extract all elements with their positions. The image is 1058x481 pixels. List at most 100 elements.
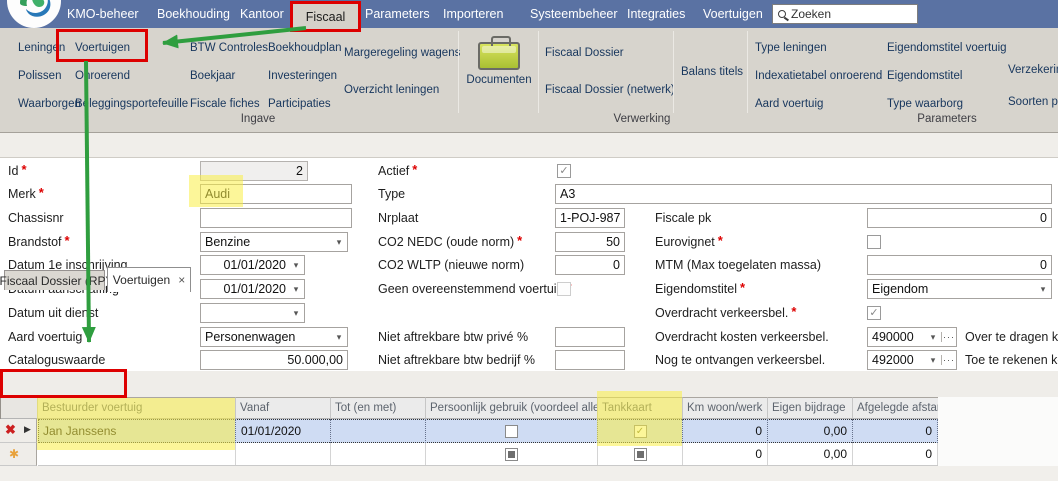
ribbon-item-fiscaal-dossier[interactable]: Fiscaal Dossier	[545, 34, 675, 71]
cell-persoonlijk-gebruik[interactable]	[426, 443, 598, 465]
cell-eigen-bijdrage[interactable]: 0,00	[768, 419, 853, 443]
ribbon-item-waarborgen[interactable]: Waarborgen	[18, 90, 81, 118]
brandstof-select[interactable]: Benzine	[200, 232, 348, 252]
menu-kantoor[interactable]: Kantoor	[240, 0, 284, 28]
ribbon-item-aard-voertuig[interactable]: Aard voertuig	[755, 90, 882, 118]
ribbon-separator	[538, 31, 539, 113]
merk-input[interactable]	[200, 184, 352, 204]
grid-header-tankkaart[interactable]: Tankkaart	[598, 397, 683, 419]
overdracht-verkeersbel-checkbox[interactable]	[867, 306, 881, 320]
cell-vanaf[interactable]: 01/01/2020	[236, 419, 331, 443]
ribbon-item-onroerend[interactable]: Onroerend	[75, 62, 188, 90]
menu-fiscaal[interactable]: Fiscaal	[290, 1, 361, 32]
datum-aanschaffing-picker[interactable]: 01/01/2020	[200, 279, 305, 299]
ribbon-item-eigendomstitel-voertuig[interactable]: Eigendomstitel voertuig	[887, 34, 1007, 62]
type-input[interactable]	[555, 184, 1052, 204]
id-input[interactable]	[200, 161, 308, 181]
table-row-new[interactable]: 0 0,00 0	[38, 443, 938, 466]
grid-header-bestuurder[interactable]: Bestuurder voertuig	[38, 397, 236, 419]
cell-tankkaart[interactable]	[598, 419, 683, 443]
ribbon-item-voertuigen[interactable]: Voertuigen	[75, 34, 188, 62]
ribbon-item-indexatietabel-onroerend[interactable]: Indexatietabel onroerend	[755, 62, 882, 90]
chassisnr-label: Chassisnr	[8, 208, 64, 228]
eigendomstitel-select[interactable]: Eigendom	[867, 279, 1052, 299]
ribbon-item-balans-titels[interactable]: Balans titels	[681, 34, 743, 110]
geen-overeenstemmend-checkbox[interactable]	[557, 282, 571, 296]
nrplaat-input[interactable]	[555, 208, 625, 228]
ribbon-item-fiscaal-dossier-netwerk[interactable]: Fiscaal Dossier (netwerk)	[545, 71, 675, 108]
ribbon-item-eigendomstitel[interactable]: Eigendomstitel	[887, 62, 1007, 90]
menu-kmo-beheer[interactable]: KMO-beheer	[67, 0, 139, 28]
ribbon-item-overzicht-leningen[interactable]: Overzicht leningen	[344, 71, 460, 108]
menu-systeembeheer[interactable]: Systeembeheer	[530, 0, 618, 28]
cataloguswaarde-input[interactable]	[200, 350, 348, 370]
cell-afgelegde-afstand[interactable]: 0	[853, 419, 938, 443]
co2-wltp-input[interactable]	[555, 255, 625, 275]
ribbon-item-margeregeling-wagens[interactable]: Margeregeling wagens	[344, 34, 460, 71]
eurovignet-checkbox[interactable]	[867, 235, 881, 249]
datum-1e-inschrijving-picker[interactable]: 01/01/2020	[200, 255, 305, 275]
actief-checkbox[interactable]	[557, 164, 571, 178]
ribbon-item-boekhoudplan[interactable]: Boekhoudplan	[268, 34, 342, 62]
ribbon-item-verzekering[interactable]: Verzekering	[1008, 54, 1058, 86]
menu-voertuigen[interactable]: Voertuigen	[703, 0, 763, 28]
row-indicator-new[interactable]: ✱	[0, 443, 37, 466]
menu-boekhouding[interactable]: Boekhouding	[157, 0, 230, 28]
ribbon-item-polissen[interactable]: Polissen	[18, 62, 81, 90]
tab-voertuigen[interactable]: Voertuigen ×	[107, 267, 191, 292]
tankkaart-checkbox[interactable]	[634, 425, 647, 438]
cell-vanaf[interactable]	[236, 443, 331, 465]
row-indicator[interactable]: ✖ ▶	[0, 419, 37, 443]
fiscale-pk-label: Fiscale pk	[655, 208, 711, 228]
overdracht-kosten-combo[interactable]: 490000	[867, 327, 957, 347]
persoonlijk-gebruik-checkbox[interactable]	[505, 448, 518, 461]
btw-bedrijf-input[interactable]	[555, 350, 625, 370]
datum-uit-dienst-picker[interactable]	[200, 303, 305, 323]
mtm-input[interactable]	[867, 255, 1052, 275]
grid-header-vanaf[interactable]: Vanaf	[236, 397, 331, 419]
search-input[interactable]	[791, 7, 912, 21]
menu-importeren[interactable]: Importeren	[443, 0, 503, 28]
search-box[interactable]	[772, 4, 918, 24]
cell-afgelegde-afstand[interactable]: 0	[853, 443, 938, 465]
grid-header-eigen-bijdrage[interactable]: Eigen bijdrage	[768, 397, 853, 419]
ribbon-item-documenten[interactable]: Documenten	[460, 34, 538, 86]
close-icon[interactable]: ×	[178, 274, 185, 286]
cell-tot-en-met[interactable]	[331, 443, 426, 465]
ribbon-item-boekjaar[interactable]: Boekjaar	[190, 62, 268, 90]
overdracht-kosten-suffix: Over te dragen kost	[965, 327, 1058, 347]
aard-voertuig-select[interactable]: Personenwagen	[200, 327, 348, 347]
ribbon-item-btw-controles[interactable]: BTW Controles	[190, 34, 268, 62]
cell-km-woon-werk[interactable]: 0	[683, 419, 768, 443]
grid-header-persoonlijk-gebruik[interactable]: Persoonlijk gebruik (voordeel alle aard)	[426, 397, 598, 419]
delete-row-icon[interactable]: ✖	[5, 423, 16, 436]
grid-header-tot-en-met[interactable]: Tot (en met)	[331, 397, 426, 419]
cell-tankkaart[interactable]	[598, 443, 683, 465]
grid-header-km-woon-werk[interactable]: Km woon/werk	[683, 397, 768, 419]
btw-prive-input[interactable]	[555, 327, 625, 347]
tankkaart-checkbox[interactable]	[634, 448, 647, 461]
cell-km-woon-werk[interactable]: 0	[683, 443, 768, 465]
cell-bestuurder[interactable]: Jan Janssens	[38, 419, 236, 443]
cell-bestuurder[interactable]	[38, 443, 236, 465]
ribbon-item-investeringen[interactable]: Investeringen	[268, 62, 342, 90]
fiscale-pk-input[interactable]	[867, 208, 1052, 228]
ribbon-item-leningen[interactable]: Leningen	[18, 34, 81, 62]
cell-tot-en-met[interactable]	[331, 419, 426, 443]
ribbon-item-beleggingsportefeuille[interactable]: Beleggingsportefeuille	[75, 90, 188, 118]
cell-persoonlijk-gebruik[interactable]	[426, 419, 598, 443]
co2-nedc-input[interactable]	[555, 232, 625, 252]
grid-header-afgelegde-afstand[interactable]: Afgelegde afstand	[853, 397, 939, 419]
persoonlijk-gebruik-checkbox[interactable]	[505, 425, 518, 438]
ribbon: Leningen Polissen Waarborgen Voertuigen …	[0, 28, 1058, 133]
table-row[interactable]: Jan Janssens 01/01/2020 0 0,00 0	[38, 419, 938, 443]
more-options-icon[interactable]	[941, 355, 956, 365]
ribbon-item-type-leningen[interactable]: Type leningen	[755, 34, 882, 62]
cell-eigen-bijdrage[interactable]: 0,00	[768, 443, 853, 465]
menu-integraties[interactable]: Integraties	[627, 0, 685, 28]
nog-te-ontvangen-combo[interactable]: 492000	[867, 350, 957, 370]
chassisnr-input[interactable]	[200, 208, 352, 228]
more-options-icon[interactable]	[941, 332, 956, 342]
tab-fiscaal-dossier-rp[interactable]: Fiscaal Dossier (RP)	[4, 270, 105, 290]
menu-parameters[interactable]: Parameters	[365, 0, 430, 28]
